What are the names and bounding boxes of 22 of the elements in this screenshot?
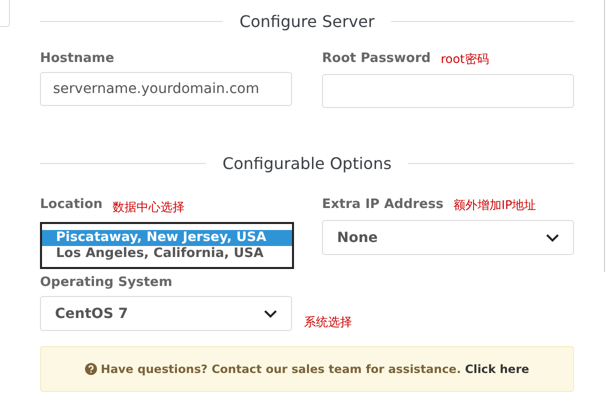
contact-link[interactable]: Click here: [464, 362, 530, 376]
alert-text: Have questions? Contact our sales team for assistance.: [100, 362, 461, 376]
question-icon: [84, 363, 97, 375]
os-dropdown[interactable]: CentOS 7: [40, 296, 292, 331]
annotation: 额外增加IP地址: [453, 197, 536, 214]
field-label: Extra IP Address: [322, 197, 444, 212]
chevron-down-icon: [264, 310, 277, 318]
field-label: Operating System: [40, 275, 174, 290]
location-listbox[interactable]: Piscataway, New Jersey, USA Los Angeles, California, USA: [40, 222, 294, 269]
annotation: root密码: [440, 51, 489, 68]
section-title: Configure Server: [239, 12, 375, 31]
section-title: Configurable Options: [222, 154, 392, 173]
field-label: Root Password: [322, 51, 431, 66]
field-label: Hostname: [40, 51, 116, 66]
extra-ip-dropdown[interactable]: None: [322, 220, 574, 255]
list-option[interactable]: Los Angeles, California, USA: [42, 246, 292, 262]
field-label: Location: [40, 197, 103, 212]
annotation: 数据中心选择: [112, 199, 185, 216]
hostname-field[interactable]: servername.yourdomain.com: [40, 72, 292, 106]
chevron-down-icon: [546, 234, 559, 242]
password-field[interactable]: [322, 74, 574, 108]
annotation: 系统选择: [304, 314, 352, 331]
